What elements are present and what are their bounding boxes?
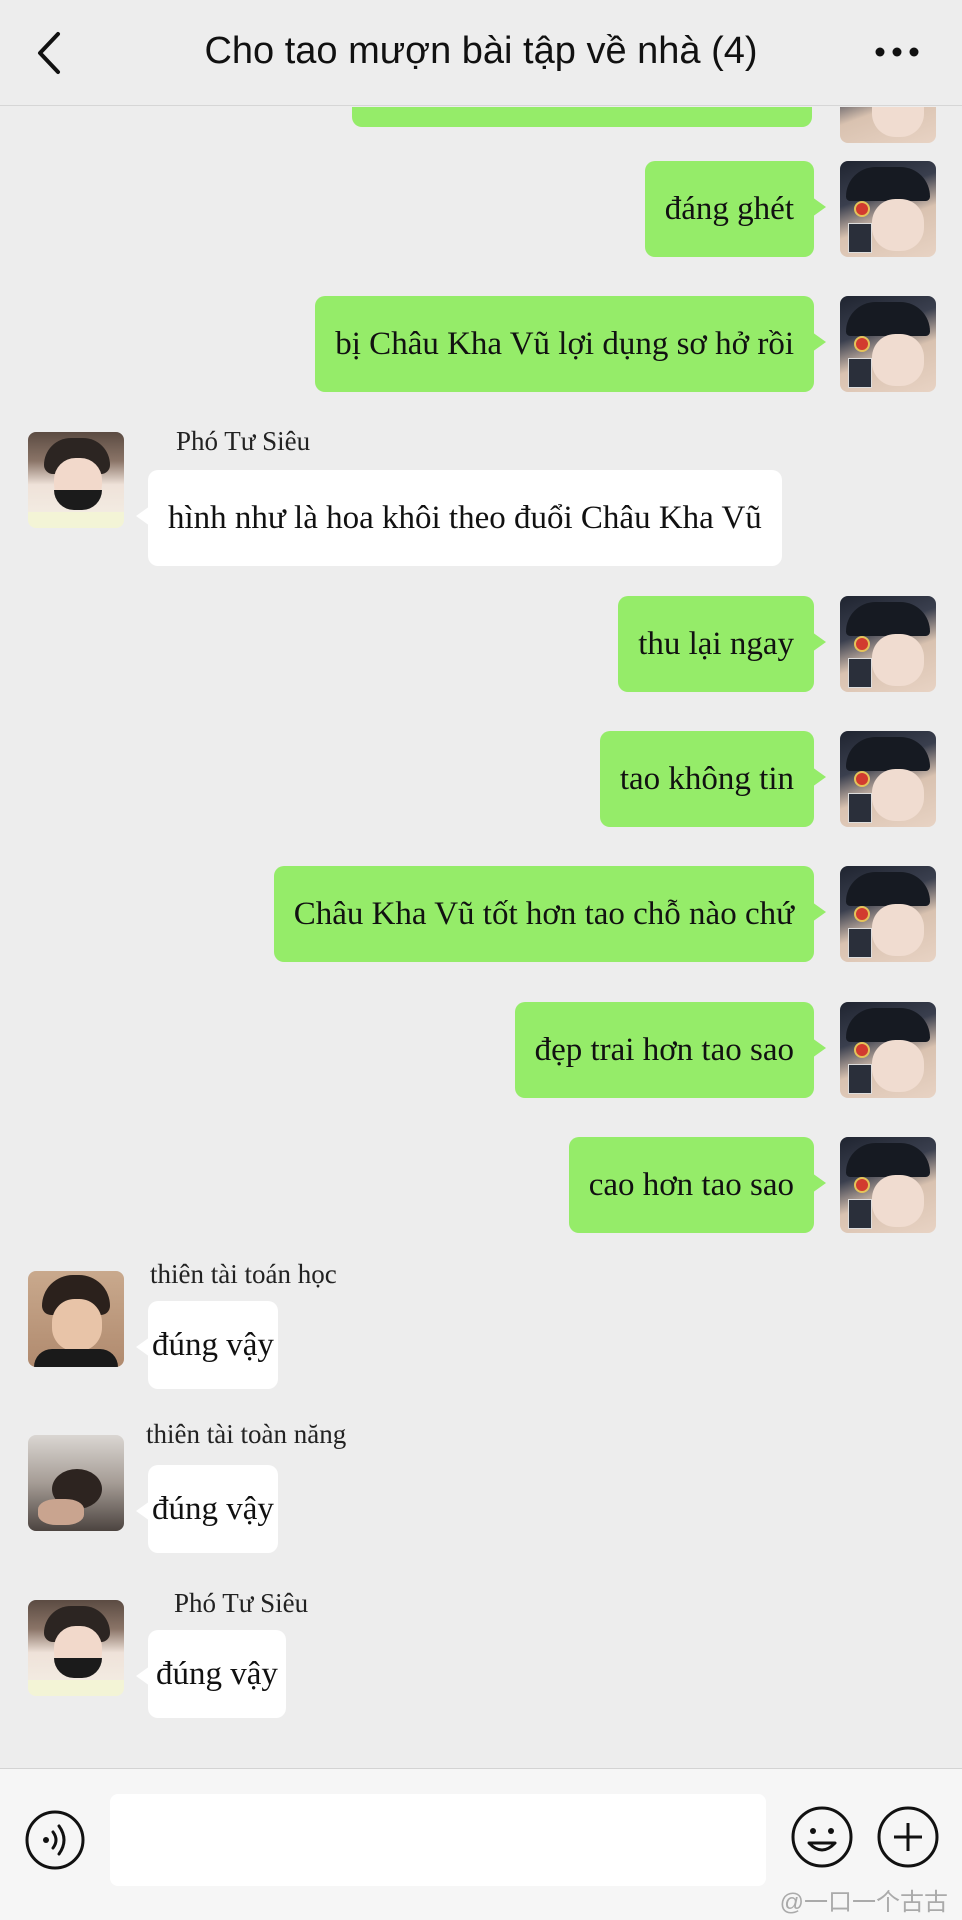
message-bubble[interactable]: đúng vậy <box>136 1465 278 1553</box>
emoji-icon <box>791 1806 853 1868</box>
emoji-button[interactable] <box>790 1805 854 1869</box>
more-dots-icon <box>875 47 919 57</box>
sender-name: Phó Tư Siêu <box>176 426 311 456</box>
more-button[interactable] <box>872 42 922 62</box>
partial-avatar <box>840 107 936 143</box>
avatar[interactable] <box>840 731 936 827</box>
message-bubble[interactable]: bị Châu Kha Vũ lợi dụng sơ hở rồi <box>315 296 826 392</box>
message-bubble[interactable]: hình như là hoa khôi theo đuổi Châu Kha … <box>136 470 782 566</box>
voice-button[interactable] <box>24 1809 86 1871</box>
message-bubble[interactable]: đúng vậy <box>136 1630 286 1718</box>
avatar[interactable] <box>28 1271 124 1367</box>
avatar[interactable] <box>28 432 124 528</box>
avatar[interactable] <box>28 1435 124 1531</box>
chevron-left-icon <box>38 32 60 74</box>
watermark: @一口一个古古 <box>779 1889 948 1916</box>
message-bubble[interactable]: tao không tin <box>599 731 827 827</box>
avatar[interactable] <box>840 1137 936 1233</box>
sender-name: thiên tài toàn năng <box>146 1419 347 1449</box>
plus-button[interactable] <box>876 1805 940 1869</box>
avatar[interactable] <box>840 596 936 692</box>
avatar[interactable] <box>840 161 936 257</box>
message-bubble[interactable]: đáng ghét <box>644 161 827 257</box>
message-bubble[interactable]: Châu Kha Vũ tốt hơn tao chỗ nào chứ <box>273 866 827 962</box>
avatar[interactable] <box>840 296 936 392</box>
message-bubble[interactable]: đúng vậy <box>136 1301 278 1389</box>
sender-name: Phó Tư Siêu <box>174 1588 309 1618</box>
message-bubble[interactable]: đẹp trai hơn tao sao <box>514 1002 827 1098</box>
chat-title: Cho tao mượn bài tập về nhà (4) <box>204 30 758 72</box>
voice-icon <box>25 1810 85 1870</box>
message-input[interactable] <box>110 1794 766 1886</box>
avatar[interactable] <box>28 1600 124 1696</box>
avatar[interactable] <box>840 866 936 962</box>
plus-icon <box>877 1806 939 1868</box>
message-bubble[interactable]: cao hơn tao sao <box>568 1137 827 1233</box>
partial-outgoing-bubble <box>352 107 812 127</box>
back-button[interactable] <box>30 28 70 78</box>
message-list[interactable]: đáng ghét bị Châu Kha Vũ lợi dụng sơ hở … <box>0 107 962 1767</box>
avatar[interactable] <box>840 1002 936 1098</box>
sender-name: thiên tài toán học <box>150 1259 337 1289</box>
chat-header: Cho tao mượn bài tập về nhà (4) <box>0 0 962 106</box>
message-bubble[interactable]: thu lại ngay <box>618 596 826 692</box>
